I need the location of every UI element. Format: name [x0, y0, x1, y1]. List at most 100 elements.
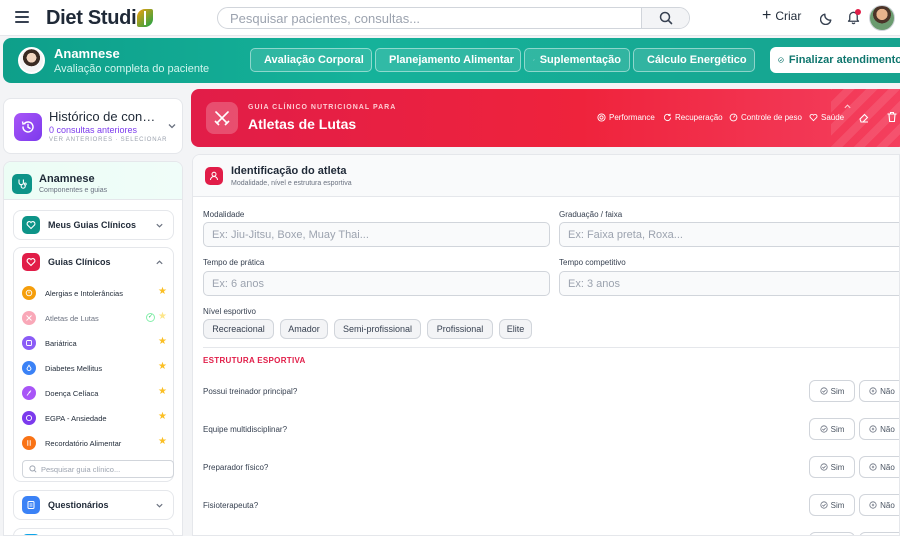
guide-item-egpa[interactable]: EGPA - Ansiedade ★ [22, 408, 172, 428]
modality-input[interactable] [203, 222, 550, 247]
create-label: Criar [775, 9, 802, 23]
yes-button[interactable] [809, 532, 855, 535]
guide-label: Bariátrica [45, 338, 77, 348]
no-label: Não [880, 500, 895, 510]
history-icon [14, 113, 42, 141]
scale-icon [729, 113, 738, 122]
graduation-input[interactable] [559, 222, 899, 247]
questionnaires-label: Questionários [48, 500, 109, 510]
history-card[interactable]: Histórico de consultas 0 consultas anter… [3, 98, 183, 154]
anamnese-panel-title: Anamnese [39, 173, 95, 185]
supplementation-label: Suplementação [539, 54, 621, 66]
yes-label: Sim [830, 386, 845, 396]
body-assessment-button[interactable]: Avaliação Corporal [250, 48, 372, 72]
moon-icon[interactable] [820, 10, 835, 25]
level-option-amateur[interactable]: Amador [280, 319, 328, 339]
history-count: 0 consultas anteriores [49, 125, 138, 135]
no-button[interactable]: Não [859, 494, 899, 516]
search-input[interactable] [218, 8, 641, 28]
guide-search-input[interactable] [41, 462, 173, 476]
star-icon[interactable]: ★ [158, 337, 167, 347]
target-icon [597, 113, 606, 122]
level-option-pro[interactable]: Profissional [427, 319, 493, 339]
history-title: Histórico de consultas [49, 109, 159, 124]
tag-health: Saúde [809, 113, 844, 122]
star-icon[interactable]: ★ [158, 437, 167, 447]
no-button[interactable]: Não [859, 380, 899, 402]
search-button[interactable] [641, 8, 689, 28]
identification-subtitle: Modalidade, nível e estrutura esportiva [231, 180, 352, 187]
no-button[interactable]: Não [859, 418, 899, 440]
star-icon[interactable]: ★ [158, 287, 167, 297]
yes-button[interactable]: Sim [809, 418, 855, 440]
logo[interactable]: Diet Studi [46, 7, 154, 30]
x-circle-icon [869, 501, 877, 509]
check-circle-icon [820, 501, 828, 509]
competitive-time-input[interactable] [559, 271, 899, 296]
guide-item-celiac[interactable]: Doença Celíaca ★ [22, 383, 172, 403]
tag-recovery: Recuperação [663, 113, 723, 122]
chevron-down-icon[interactable] [167, 121, 177, 131]
body-assessment-label: Avaliação Corporal [264, 54, 364, 66]
no-button[interactable]: Não [859, 456, 899, 478]
tag-label: Performance [609, 113, 655, 122]
create-button[interactable]: + Criar [762, 7, 802, 24]
tag-performance: Performance [597, 113, 655, 122]
energy-calc-button[interactable]: Cálculo Energético [633, 48, 755, 72]
guide-item-fight-athletes[interactable]: Atletas de Lutas ✓ ★ [22, 308, 172, 328]
guide-header: GUIA CLÍNICO NUTRICIONAL PARA Atletas de… [191, 89, 900, 147]
chevron-up-icon[interactable] [843, 102, 852, 111]
questionnaires-section[interactable]: Questionários [13, 490, 174, 520]
heart-icon [22, 253, 40, 271]
level-option-semi-pro[interactable]: Semi-profissional [334, 319, 421, 339]
patient-avatar[interactable] [18, 47, 45, 74]
supplementation-button[interactable]: Suplementação [524, 48, 630, 72]
identification-title: Identificação do atleta [231, 165, 347, 177]
no-label: Não [880, 424, 895, 434]
star-icon[interactable]: ★ [158, 362, 167, 372]
tag-label: Recuperação [675, 113, 723, 122]
user-avatar[interactable] [869, 5, 895, 31]
yes-button[interactable]: Sim [809, 456, 855, 478]
finish-appointment-button[interactable]: Finalizar atendimento [770, 47, 900, 73]
level-option-elite[interactable]: Elite [499, 319, 532, 339]
level-option-recreational[interactable]: Recreacional [203, 319, 274, 339]
star-icon[interactable]: ★ [158, 312, 167, 322]
practice-time-label: Tempo de prática [203, 258, 265, 267]
clinical-guides-header[interactable]: Guias Clínicos [14, 248, 173, 276]
athlete-form: Identificação do atleta Modalidade, níve… [192, 154, 900, 536]
guide-item-bariatric[interactable]: Bariátrica ★ [22, 333, 172, 353]
next-section[interactable] [13, 528, 174, 535]
user-icon [205, 167, 223, 185]
utensils-icon [22, 436, 36, 450]
divider [203, 347, 899, 348]
drop-icon [22, 361, 36, 375]
chevron-down-icon [156, 503, 163, 508]
my-guides-section[interactable]: Meus Guias Clínicos [13, 210, 174, 240]
guide-label: EGPA - Ansiedade [45, 413, 107, 423]
yes-button[interactable]: Sim [809, 494, 855, 516]
star-icon[interactable]: ★ [158, 387, 167, 397]
tag-label: Controle de peso [741, 113, 802, 122]
x-circle-icon [869, 425, 877, 433]
meal-plan-button[interactable]: Planejamento Alimentar [375, 48, 521, 72]
search-icon [29, 465, 37, 473]
menu-icon[interactable] [15, 11, 29, 23]
level-label: Nível esportivo [203, 307, 256, 316]
pill-icon [533, 59, 535, 61]
my-guides-label: Meus Guias Clínicos [48, 220, 137, 230]
search-icon [659, 11, 672, 25]
star-icon[interactable]: ★ [158, 412, 167, 422]
trash-icon[interactable] [886, 111, 898, 123]
guide-item-diabetes[interactable]: Diabetes Mellitus ★ [22, 358, 172, 378]
eraser-icon[interactable] [858, 111, 870, 123]
yes-button[interactable]: Sim [809, 380, 855, 402]
anamnese-panel-header: Anamnese Componentes e guias [4, 162, 182, 200]
history-link[interactable]: VER ANTERIORES · SELECIONAR [49, 137, 167, 143]
no-button[interactable] [859, 532, 899, 535]
guide-item-allergies[interactable]: Alergias e Intolerâncias ★ [22, 283, 172, 303]
practice-time-input[interactable] [203, 271, 550, 296]
guide-item-food-recall[interactable]: Recordatório Alimentar ★ [22, 433, 172, 453]
active-check-icon: ✓ [146, 313, 155, 322]
plus-icon: + [762, 7, 772, 24]
